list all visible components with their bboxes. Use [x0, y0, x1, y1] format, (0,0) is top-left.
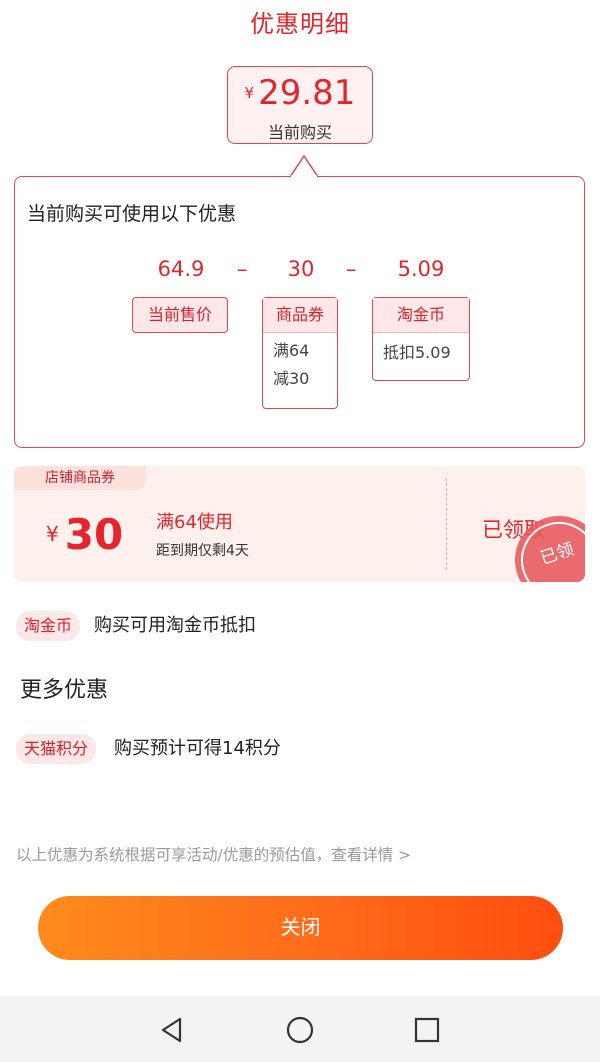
taojinbi-badge: 淘金币	[16, 611, 81, 641]
coupon-divider	[446, 478, 447, 570]
discount-breakdown-panel: 当前购买可使用以下优惠 64.9 – 30 – 5.09 当前售价 商品券 满6…	[14, 155, 585, 448]
minus-sign: –	[346, 257, 357, 281]
coupon-value: 30	[287, 257, 315, 281]
taojinbi-value: 5.09	[397, 257, 445, 281]
currency-symbol: ¥	[244, 84, 255, 102]
page-title: 优惠明细	[250, 10, 350, 38]
coupon-amount: ¥30	[46, 510, 123, 559]
selling-price-value: 64.9	[157, 257, 205, 281]
disclaimer-link[interactable]: 以上优惠为系统根据可享活动/优惠的预估值，查看详情 >	[16, 843, 411, 865]
selling-price-tag: 当前售价	[132, 297, 228, 333]
breakdown-heading: 当前购买可使用以下优惠	[27, 203, 237, 225]
coupon-discount: 减30	[273, 369, 310, 388]
shop-coupon-label: 店铺商品券	[14, 466, 146, 490]
shop-coupon-card[interactable]: 店铺商品券 ¥30 满64使用 距到期仅剩4天 已领取 已领	[14, 466, 585, 582]
tmall-points-badge: 天猫积分	[16, 734, 97, 764]
callout-pointer	[290, 155, 318, 177]
taojinbi-deduction: 抵扣5.09	[383, 343, 451, 362]
coupon-condition: 满64使用	[156, 512, 233, 533]
coupon-tag-details: 满64 减30	[263, 333, 337, 397]
taojinbi-tag-label: 淘金币	[373, 298, 469, 333]
coupon-threshold: 满64	[273, 341, 310, 360]
back-icon[interactable]	[156, 1014, 188, 1046]
more-offers-title: 更多优惠	[20, 678, 109, 703]
current-price: ¥29.81	[228, 75, 372, 117]
taojinbi-tag: 淘金币 抵扣5.09	[372, 297, 470, 381]
coupon-amount-value: 30	[64, 510, 124, 559]
coupon-currency: ¥	[46, 522, 59, 546]
coupon-tag: 商品券 满64 减30	[262, 297, 338, 409]
coupon-expiry: 距到期仅剩4天	[156, 543, 249, 559]
close-button[interactable]: 关闭	[38, 896, 563, 960]
home-icon[interactable]	[284, 1014, 316, 1046]
price-caption: 当前购买	[267, 123, 332, 142]
current-price-box: ¥29.81 当前购买	[227, 66, 373, 144]
minus-sign: –	[237, 257, 248, 281]
taojinbi-description: 购买可用淘金币抵扣	[94, 615, 256, 636]
price-value: 29.81	[258, 73, 356, 113]
system-navigation-bar	[0, 996, 600, 1062]
tmall-points-description: 购买预计可得14积分	[114, 738, 281, 759]
coupon-tag-label: 商品券	[263, 298, 337, 333]
recents-icon[interactable]	[411, 1014, 443, 1046]
